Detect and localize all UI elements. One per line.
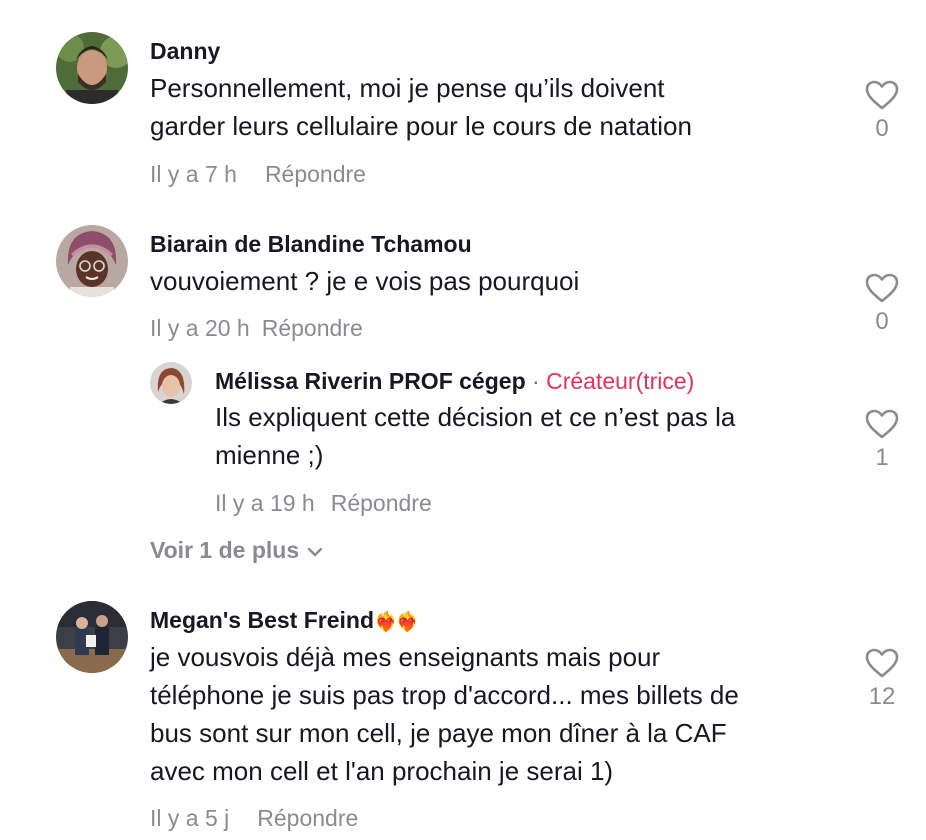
view-more-replies-label: Voir 1 de plus [150,537,300,563]
like-count: 0 [875,115,889,142]
heart-outline-icon [865,273,899,303]
avatar[interactable] [150,362,192,404]
heart-on-fire-emoji: ❤️‍🔥❤️‍🔥 [374,612,419,633]
reply-author-line: Mélissa Riverin PROF cégep · Créateur(tr… [215,367,694,395]
heart-outline-icon [865,648,899,678]
comment-text: Personnellement, moi je pense qu’ils doi… [150,69,840,145]
reply-button[interactable]: Répondre [265,161,366,187]
comment-text-line: bus sont sur mon cell, je paye mon dîner… [150,718,727,748]
reply-timestamp: Il y a 19 h [215,490,315,516]
separator-dot: · [532,368,540,394]
comment-text-line: téléphone je suis pas trop d'accord... m… [150,680,739,710]
comment-author[interactable]: Biarain de Blandine Tchamou [150,230,472,258]
view-more-replies-button[interactable]: Voir 1 de plus [150,536,323,564]
comment-meta: Il y a 5 j Répondre [150,804,358,832]
reply-text-line: mienne ;) [215,440,324,470]
reply-button[interactable]: Répondre [262,315,363,341]
reply-button[interactable]: Répondre [331,490,432,516]
avatar[interactable] [56,32,128,104]
comment-text: je vousvois déjà mes enseignants mais po… [150,638,850,790]
like-button[interactable]: 1 [852,409,912,473]
avatar[interactable] [56,225,128,297]
comment-meta: Il y a 20 h Répondre [150,314,363,342]
heart-outline-icon [865,80,899,110]
comment-author[interactable]: Megan's Best Freind [150,607,374,633]
comment-author-line: Megan's Best Freind❤️‍🔥❤️‍🔥 [150,606,419,637]
like-count: 1 [875,444,889,471]
like-button[interactable]: 0 [852,273,912,337]
comment-text-line: je vousvois déjà mes enseignants mais po… [150,642,661,672]
reply-text-line: Ils expliquent cette décision et ce n’es… [215,402,736,432]
like-button[interactable]: 12 [852,648,912,712]
comment-text-line: avec mon cell et l'an prochain je serai … [150,756,614,786]
chevron-down-icon [307,547,323,557]
comment-text-line: vouvoiement ? je e vois pas pourquoi [150,266,580,296]
heart-outline-icon [865,409,899,439]
like-count: 12 [868,683,896,710]
reply-meta: Il y a 19 h Répondre [215,489,432,517]
comment-text-line: Personnellement, moi je pense qu’ils doi… [150,73,665,103]
reply-author[interactable]: Mélissa Riverin PROF cégep [215,368,526,394]
comment-text-line: garder leurs cellulaire pour le cours de… [150,111,692,141]
comment-timestamp: Il y a 7 h [150,161,237,187]
comment-text: vouvoiement ? je e vois pas pourquoi [150,262,840,300]
creator-badge: Créateur(trice) [546,368,695,394]
reply-button[interactable]: Répondre [257,805,358,831]
comment-timestamp: Il y a 20 h [150,315,250,341]
comment-author[interactable]: Danny [150,37,220,65]
like-button[interactable]: 0 [852,80,912,144]
comment-meta: Il y a 7 h Répondre [150,160,366,188]
reply-text: Ils expliquent cette décision et ce n’es… [215,398,845,474]
like-count: 0 [875,308,889,335]
comment-timestamp: Il y a 5 j [150,805,230,831]
avatar[interactable] [56,601,128,673]
